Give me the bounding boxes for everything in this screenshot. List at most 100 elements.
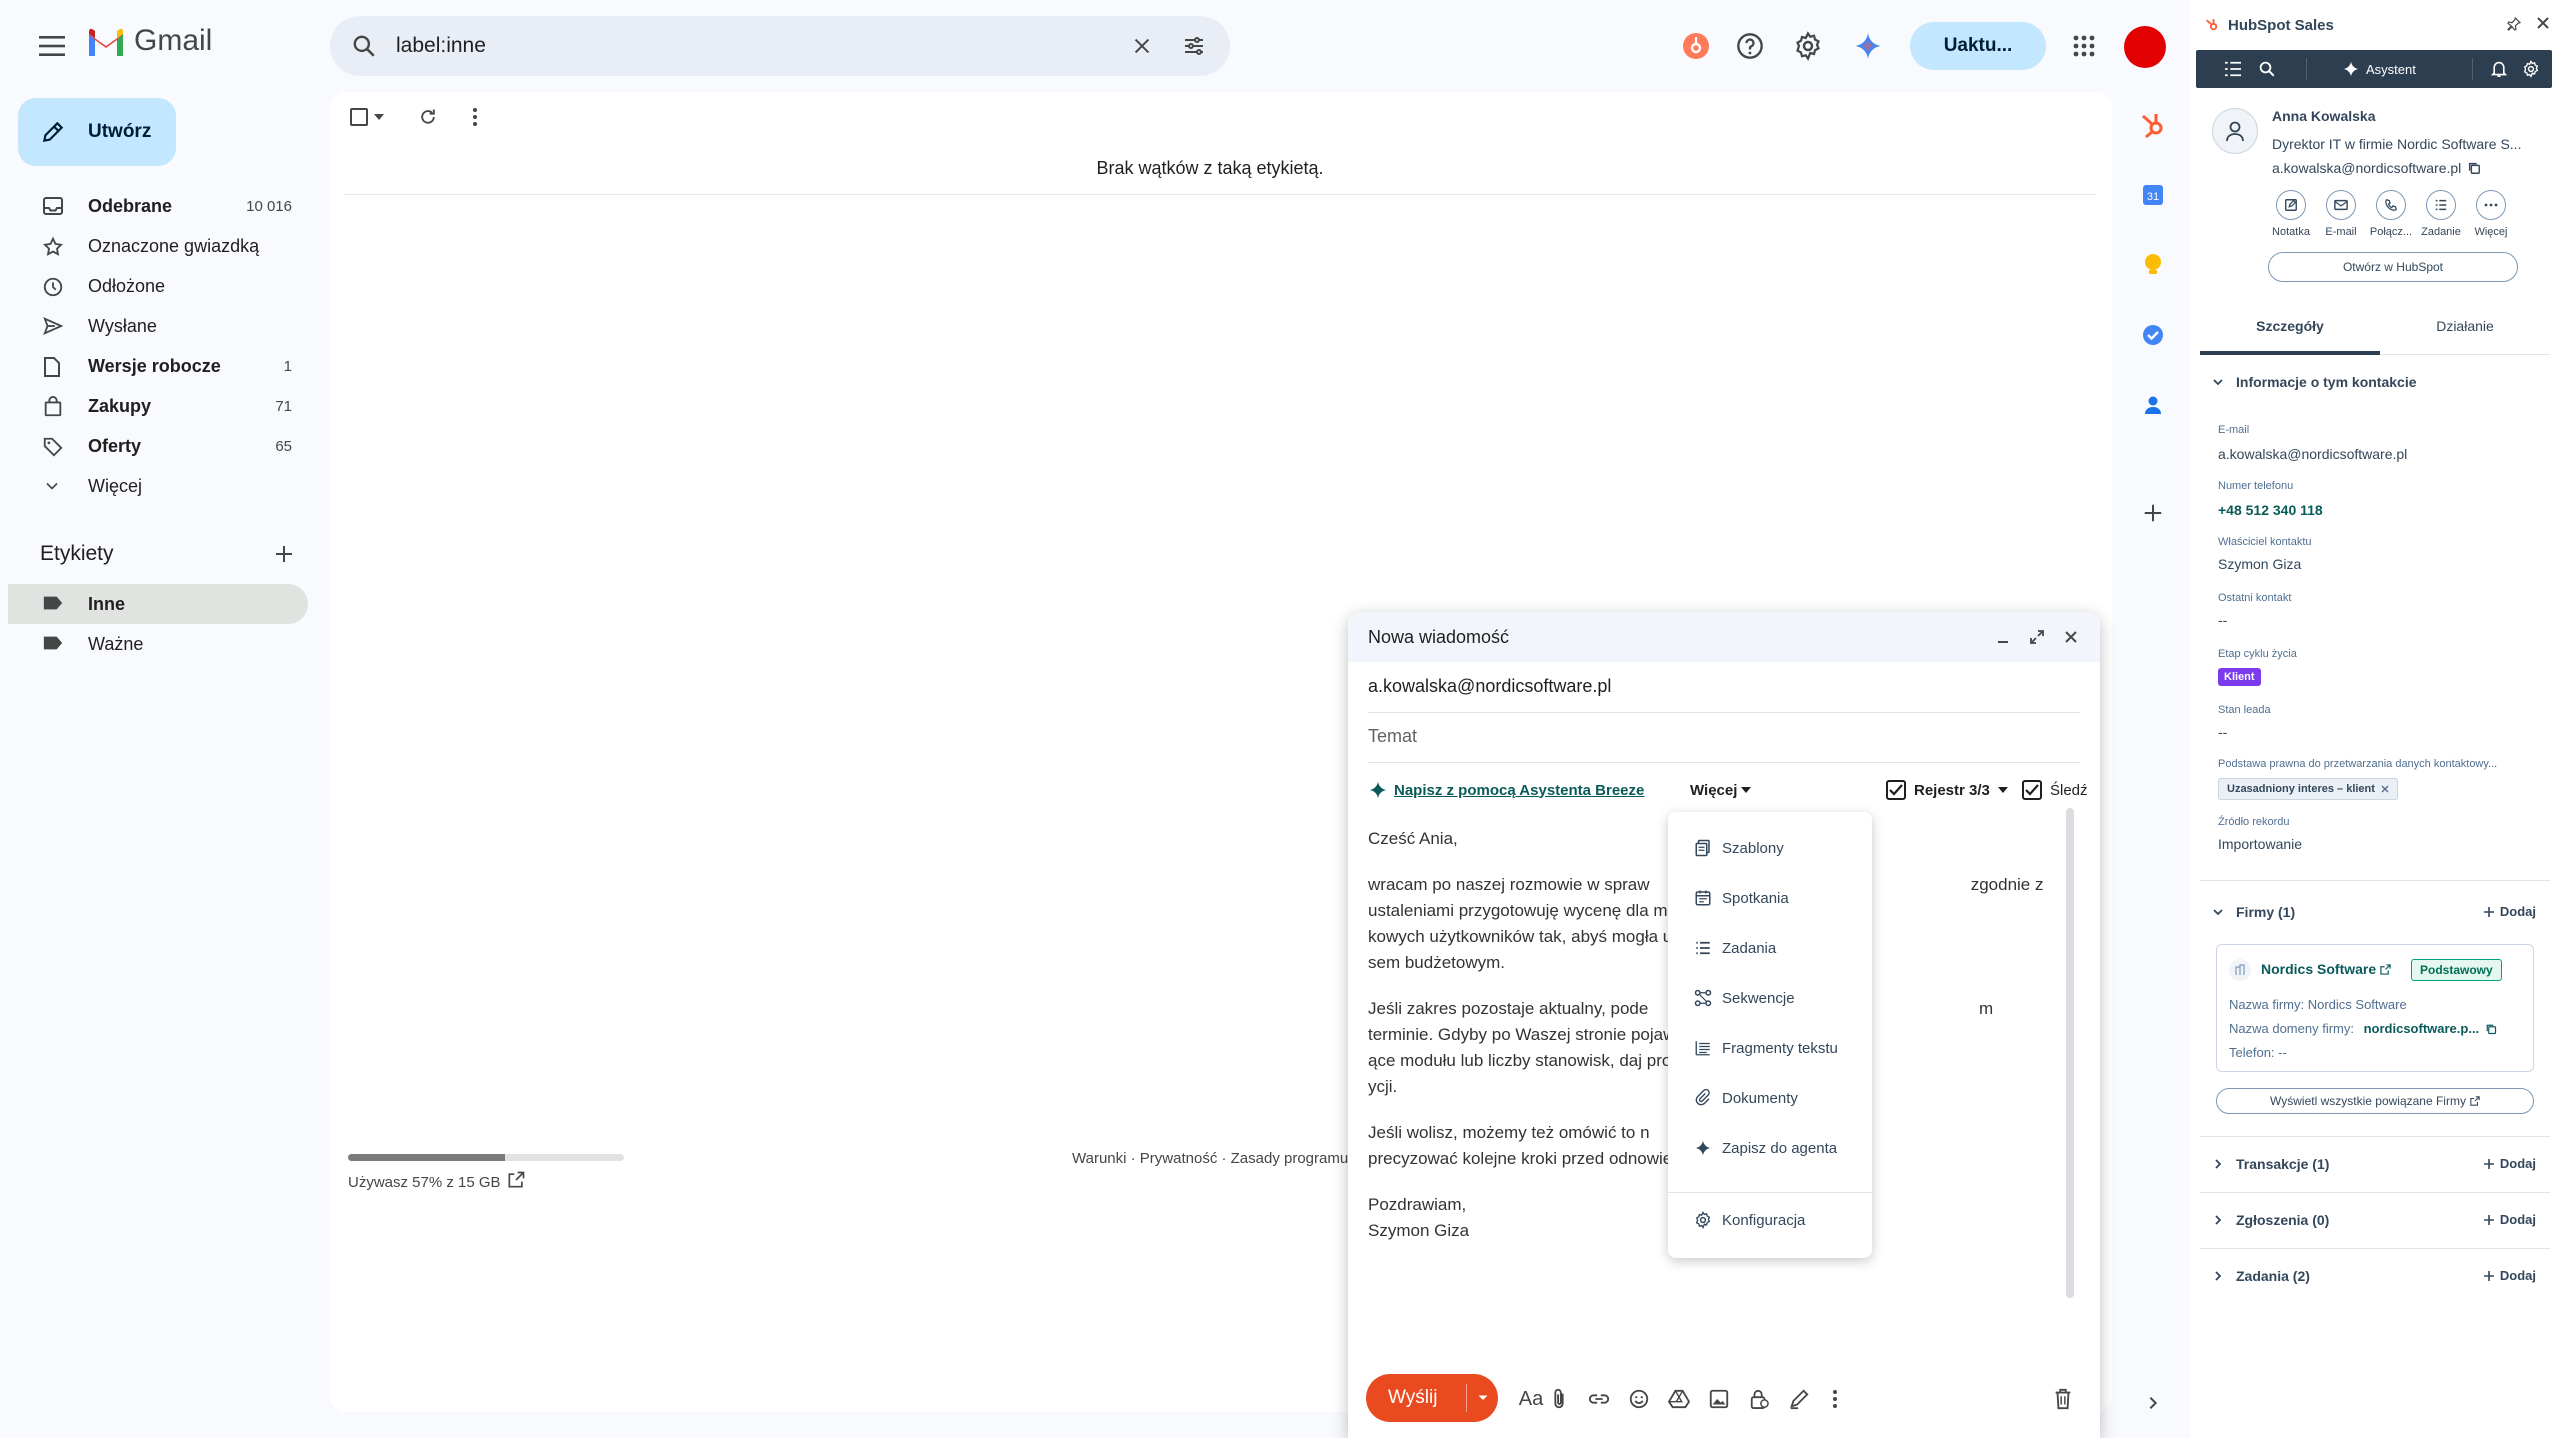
more-options-icon[interactable] (472, 107, 478, 127)
help-icon[interactable] (1728, 24, 1772, 68)
add-label-icon[interactable] (272, 542, 296, 566)
section-deals[interactable]: Transakcje (1) (2212, 1156, 2329, 1172)
track-toggle[interactable]: Śledź (2022, 780, 2088, 800)
menu-item-tasks[interactable]: Zadania (1668, 928, 1872, 968)
section-tasks[interactable]: Zadania (2) (2212, 1268, 2310, 1284)
confidential-mode-icon[interactable] (1744, 1384, 1774, 1414)
label-item-inne[interactable]: Inne (8, 584, 308, 624)
add-ticket-button[interactable]: Dodaj (2483, 1212, 2536, 1227)
tasks-icon[interactable] (2132, 314, 2174, 356)
field-email-value[interactable]: a.kowalska@nordicsoftware.pl (2218, 446, 2407, 462)
apps-grid-icon[interactable] (2062, 24, 2106, 68)
section-about-contact[interactable]: Informacje o tym kontakcie (2212, 374, 2417, 390)
action-note[interactable]: Notatka (2266, 190, 2316, 238)
field-lead-status-value[interactable]: -- (2218, 724, 2227, 740)
close-icon[interactable] (2058, 624, 2084, 650)
company-name-link[interactable]: Nordics Software (2261, 961, 2391, 977)
nav-item-sent[interactable]: Wysłane (8, 306, 308, 346)
formatting-icon[interactable]: Aa (1516, 1384, 1546, 1414)
field-phone-value[interactable]: +48 512 340 118 (2218, 502, 2323, 518)
chevron-right-icon[interactable] (2132, 1382, 2174, 1424)
section-tickets[interactable]: Zgłoszenia (0) (2212, 1212, 2329, 1228)
action-call[interactable]: Połącz... (2366, 190, 2416, 238)
clear-search-icon[interactable] (1126, 30, 1158, 62)
hubspot-sprocket-icon[interactable] (2132, 104, 2174, 146)
log-checkbox[interactable] (1886, 780, 1906, 800)
more-dropdown-button[interactable]: Więcej (1690, 782, 1752, 799)
nav-item-promotions[interactable]: Oferty 65 (8, 426, 308, 466)
expand-icon[interactable] (2024, 624, 2050, 650)
calendar-icon[interactable]: 31 (2132, 174, 2174, 216)
refresh-icon[interactable] (418, 107, 438, 127)
close-panel-icon[interactable] (2536, 16, 2550, 30)
nav-item-more[interactable]: Więcej (8, 466, 308, 506)
send-button[interactable]: Wyślij (1366, 1374, 1498, 1422)
assistant-button[interactable]: Asystent (2342, 60, 2416, 78)
minimize-icon[interactable] (1990, 624, 2016, 650)
compose-header[interactable]: Nowa wiadomość (1348, 612, 2100, 662)
lifecycle-stage-badge[interactable]: Klient (2218, 668, 2261, 686)
add-addon-icon[interactable] (2132, 492, 2174, 534)
select-all-checkbox[interactable] (350, 108, 384, 126)
track-checkbox[interactable] (2022, 780, 2042, 800)
search-bar[interactable] (330, 16, 1230, 76)
search-input[interactable] (396, 16, 1076, 76)
menu-item-snippets[interactable]: Fragmenty tekstu (1668, 1028, 1872, 1068)
label-item-wazne[interactable]: Ważne (8, 624, 308, 664)
add-company-button[interactable]: Dodaj (2483, 904, 2536, 919)
gemini-sparkle-icon[interactable] (1846, 24, 1890, 68)
tab-details[interactable]: Szczegóły (2200, 318, 2380, 334)
subject-field[interactable]: Temat (1368, 726, 1417, 747)
copy-icon[interactable] (2485, 1023, 2497, 1035)
schedule-send-caret-icon[interactable] (1474, 1388, 1492, 1406)
action-task[interactable]: Zadanie (2416, 190, 2466, 238)
nav-item-starred[interactable]: Oznaczone gwiazdką (8, 226, 308, 266)
menu-item-save-to-agent[interactable]: Zapisz do agenta (1668, 1128, 1872, 1168)
main-menu-button[interactable] (30, 24, 74, 68)
tab-activity[interactable]: Działanie (2380, 318, 2550, 334)
settings-gear-icon[interactable] (1786, 24, 1830, 68)
menu-item-sequences[interactable]: Sekwencje (1668, 978, 1872, 1018)
menu-item-templates[interactable]: Szablony (1668, 828, 1872, 868)
search-options-icon[interactable] (1178, 30, 1210, 62)
account-avatar[interactable] (2124, 26, 2166, 68)
pin-icon[interactable] (2506, 16, 2522, 32)
attach-icon[interactable] (1544, 1384, 1574, 1414)
insert-photo-icon[interactable] (1704, 1384, 1734, 1414)
signature-pen-icon[interactable] (1784, 1384, 1814, 1414)
upgrade-button[interactable]: Uaktu... (1910, 22, 2046, 70)
log-toggle[interactable]: Rejestr 3/3 (1886, 780, 2008, 800)
company-domain-value[interactable]: nordicsoftware.p... (2364, 1021, 2480, 1036)
breeze-assistant-link[interactable]: Napisz z pomocą Asystenta Breeze (1394, 782, 1644, 799)
nav-item-drafts[interactable]: Wersje robocze 1 (8, 346, 308, 386)
gmail-logo[interactable]: Gmail (86, 24, 212, 58)
menu-item-configuration[interactable]: Konfiguracja (1668, 1200, 1872, 1240)
remove-tag-icon[interactable] (2381, 785, 2389, 793)
open-in-hubspot-button[interactable]: Otwórz w HubSpot (2268, 252, 2518, 282)
settings-gear-icon[interactable] (2520, 58, 2542, 80)
copy-icon[interactable] (2467, 161, 2481, 175)
nav-item-purchases[interactable]: Zakupy 71 (8, 386, 308, 426)
nav-item-snoozed[interactable]: Odłożone (8, 266, 308, 306)
search-icon[interactable] (348, 30, 380, 62)
compose-button[interactable]: Utwórz (18, 98, 176, 166)
legal-basis-tag[interactable]: Uzasadniony interes – klient (2218, 778, 2398, 800)
field-owner-value[interactable]: Szymon Giza (2218, 556, 2301, 572)
add-task-button[interactable]: Dodaj (2483, 1268, 2536, 1283)
add-deal-button[interactable]: Dodaj (2483, 1156, 2536, 1171)
nav-item-inbox[interactable]: Odebrane 10 016 (8, 186, 308, 226)
notifications-bell-icon[interactable] (2488, 58, 2510, 80)
footer-links[interactable]: Warunki · Prywatność · Zasady programu (1072, 1150, 1348, 1167)
action-more[interactable]: Więcej (2466, 190, 2516, 238)
discard-trash-icon[interactable] (2048, 1384, 2078, 1414)
more-options-icon[interactable] (1820, 1384, 1850, 1414)
list-view-icon[interactable] (2222, 58, 2244, 80)
menu-item-documents[interactable]: Dokumenty (1668, 1078, 1872, 1118)
keep-icon[interactable] (2132, 244, 2174, 286)
action-email[interactable]: E-mail (2316, 190, 2366, 238)
contacts-icon[interactable] (2132, 384, 2174, 426)
view-all-companies-button[interactable]: Wyświetl wszystkie powiązane Firmy (2216, 1088, 2534, 1114)
open-storage-icon[interactable] (506, 1170, 526, 1190)
hubspot-status-icon[interactable] (1674, 24, 1718, 68)
drive-icon[interactable] (1664, 1384, 1694, 1414)
